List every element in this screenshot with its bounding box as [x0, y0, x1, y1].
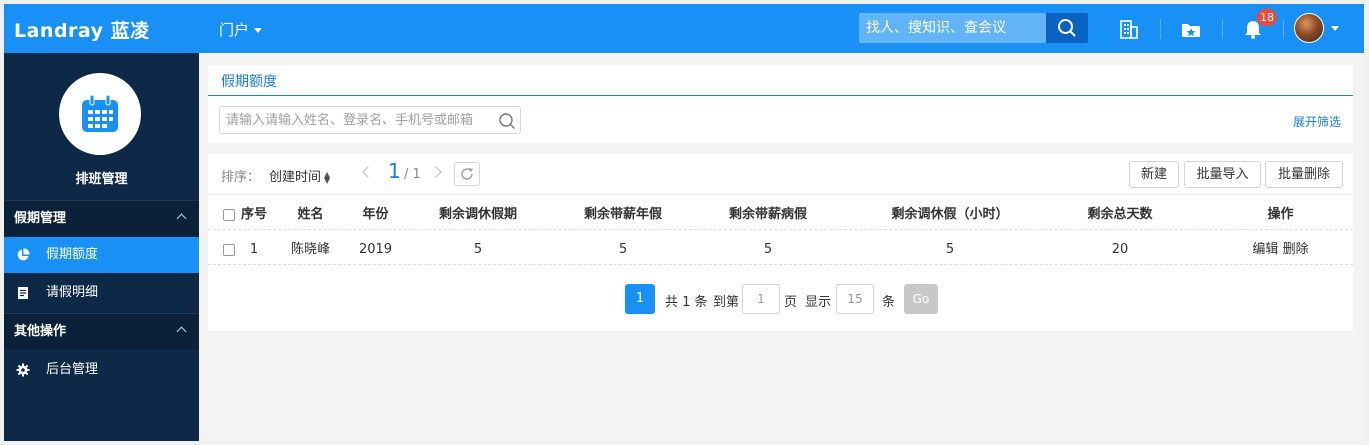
- total-count: 共 1 条: [665, 295, 708, 310]
- prev-page-icon[interactable]: [362, 166, 374, 178]
- page-size-input[interactable]: [836, 284, 874, 314]
- column-header: 操作: [1267, 207, 1294, 222]
- sidebar-item-admin[interactable]: 后台管理: [4, 352, 199, 388]
- row-name: 陈晓峰: [290, 242, 330, 257]
- column-header: 剩余带薪病假: [728, 207, 807, 222]
- row-sick-leave: 5: [763, 242, 773, 257]
- row-annual-leave: 5: [618, 242, 628, 257]
- portal-label: 门户: [219, 21, 250, 39]
- search-icon[interactable]: [498, 112, 516, 130]
- go-button[interactable]: Go: [904, 284, 938, 314]
- keyword-filter: [219, 106, 521, 134]
- sidebar-group-other[interactable]: 其他操作: [4, 313, 199, 349]
- column-header: 剩余带薪年假: [583, 207, 662, 222]
- page-unit: 页: [784, 295, 798, 310]
- chevron-up-icon: [176, 326, 187, 337]
- chevron-up-icon: [176, 213, 187, 224]
- batch-delete-button[interactable]: 批量删除: [1265, 161, 1343, 188]
- new-button[interactable]: 新建: [1129, 161, 1179, 188]
- gear-icon: [16, 363, 30, 377]
- keyword-search-input[interactable]: [220, 107, 490, 133]
- building-icon[interactable]: [1117, 17, 1141, 41]
- sidebar-item-label: 假期额度: [46, 247, 99, 262]
- divider: [208, 194, 1353, 195]
- row-index: 1: [249, 242, 259, 257]
- expand-filter-link[interactable]: 展开筛选: [1293, 113, 1341, 130]
- logo: Landray 蓝凌: [14, 20, 150, 42]
- calendar-icon: [82, 94, 118, 132]
- filter-panel: 假期额度 展开筛选: [208, 65, 1353, 143]
- favorite-folder-icon[interactable]: [1179, 17, 1203, 41]
- table-header: 序号 姓名 年份 剩余调休假期 剩余带薪年假 剩余带薪病假 剩余调休假（小时） …: [208, 200, 1353, 230]
- search-button[interactable]: [1046, 13, 1088, 43]
- goto-page-input[interactable]: [742, 284, 780, 314]
- pie-chart-icon: [17, 248, 30, 261]
- global-search-input[interactable]: [859, 13, 1047, 43]
- refresh-button[interactable]: [454, 162, 480, 186]
- column-header: 姓名: [297, 207, 324, 222]
- refresh-icon: [461, 168, 473, 180]
- select-all-checkbox[interactable]: [223, 209, 235, 221]
- current-page: 1: [388, 159, 401, 183]
- show-label: 显示: [805, 295, 832, 310]
- sort-label: 排序：: [221, 170, 261, 185]
- top-bar: Landray 蓝凌 门户 18: [4, 4, 1364, 53]
- edit-link[interactable]: 编辑: [1252, 242, 1278, 257]
- module-logo: [59, 73, 141, 155]
- row-actions: 编辑 删除: [1238, 235, 1323, 265]
- column-header: 序号: [240, 207, 267, 222]
- row-total-days: 20: [1111, 242, 1129, 257]
- chevron-down-icon[interactable]: [1331, 26, 1339, 31]
- divider: [1160, 19, 1161, 39]
- notification-badge: 18: [1257, 9, 1277, 26]
- main-content: 假期额度 展开筛选 排序： 创建时间▲▼ 1 / 1 新建 批量导入 批量删除: [199, 53, 1364, 441]
- row-rest-leave: 5: [473, 242, 483, 257]
- size-unit: 条: [882, 295, 896, 310]
- pagination: 1 共 1 条 到第 页 显示 条 Go: [208, 284, 1353, 314]
- column-header: 剩余调休假（小时）: [891, 207, 1009, 222]
- portal-menu[interactable]: 门户: [219, 19, 263, 40]
- column-header: 年份: [362, 207, 389, 222]
- total-pages: / 1: [404, 167, 421, 182]
- row-checkbox[interactable]: [223, 244, 235, 256]
- search-icon: [1058, 19, 1076, 37]
- batch-import-button[interactable]: 批量导入: [1184, 161, 1261, 188]
- sidebar-item-label: 后台管理: [46, 362, 99, 377]
- document-icon: [18, 287, 28, 299]
- sidebar-group-label: 假期管理: [14, 211, 67, 226]
- divider: [1222, 19, 1223, 39]
- sidebar-item-leave-quota[interactable]: 假期额度: [4, 237, 199, 273]
- sidebar-item-label: 请假明细: [46, 285, 99, 300]
- divider: [208, 95, 1353, 96]
- row-year: 2019: [358, 242, 393, 257]
- next-page-icon[interactable]: [430, 166, 442, 178]
- app-frame: Landray 蓝凌 门户 18: [4, 4, 1364, 441]
- column-header: 剩余总天数: [1087, 207, 1153, 222]
- global-search: [859, 13, 1088, 43]
- sort-field-dropdown[interactable]: 创建时间 ▲ ▼: [269, 166, 330, 185]
- module-title: 排班管理: [75, 172, 128, 187]
- sort-arrows-icon: ▲ ▼: [324, 169, 331, 185]
- sort-field-label: 创建时间: [269, 170, 322, 185]
- table-row: 1 陈晓峰 2019 5 5 5 5 20 编辑 删除: [208, 235, 1353, 265]
- sidebar-item-leave-detail[interactable]: 请假明细: [4, 275, 199, 311]
- divider: [1283, 19, 1284, 39]
- column-header: 剩余调休假期: [438, 207, 517, 222]
- row-rest-hours: 5: [945, 242, 955, 257]
- chevron-down-icon: [254, 28, 263, 33]
- page-title: 假期额度: [221, 74, 277, 90]
- sidebar-group-label: 其他操作: [14, 324, 67, 339]
- list-panel: 排序： 创建时间 ▲ ▼ 1 / 1 新建 批量导入 批量删除 序号 姓名 年份 剩…: [208, 154, 1353, 331]
- goto-label: 到第: [713, 295, 740, 310]
- sidebar-group-leave[interactable]: 假期管理: [4, 200, 199, 236]
- avatar[interactable]: [1294, 13, 1324, 43]
- delete-link[interactable]: 删除: [1283, 242, 1309, 257]
- sidebar: 排班管理 假期管理 假期额度 请假明细 其他操作 后台管理: [4, 53, 199, 441]
- page-number-button[interactable]: 1: [625, 284, 655, 314]
